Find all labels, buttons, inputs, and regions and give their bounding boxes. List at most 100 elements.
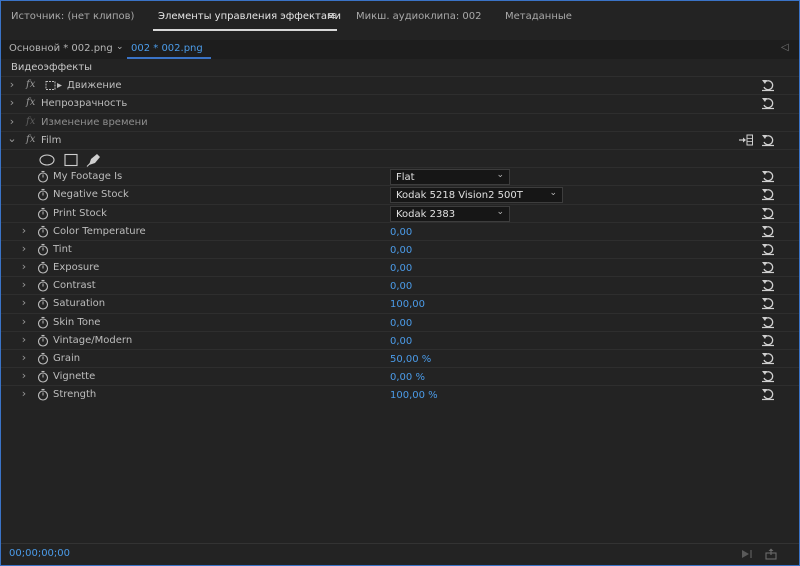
param-row-vintage-modern[interactable]: › Vintage/Modern 0,00: [1, 332, 799, 350]
stopwatch-icon[interactable]: [37, 370, 49, 383]
chevron-right-icon[interactable]: ›: [19, 296, 29, 309]
reset-icon[interactable]: [761, 387, 775, 401]
param-value[interactable]: 0,00: [390, 336, 412, 347]
param-row-saturation[interactable]: › Saturation 100,00: [1, 295, 799, 314]
param-value[interactable]: 0,00: [390, 227, 412, 238]
stopwatch-icon[interactable]: [37, 352, 49, 365]
reset-icon[interactable]: [761, 315, 775, 329]
reset-icon[interactable]: [761, 187, 775, 201]
param-label: Tint: [53, 243, 72, 255]
chevron-right-icon[interactable]: ›: [19, 224, 29, 237]
play-only-icon[interactable]: [741, 548, 753, 560]
param-row-strength[interactable]: › Strength 100,00 %: [1, 386, 799, 404]
reset-icon[interactable]: [761, 351, 775, 365]
reset-icon[interactable]: [761, 296, 775, 310]
stopwatch-icon[interactable]: [37, 334, 49, 347]
chevron-right-icon[interactable]: ›: [7, 96, 17, 109]
master-clip-selector[interactable]: Основной * 002.png: [9, 43, 113, 54]
chevron-right-icon[interactable]: ›: [19, 333, 29, 346]
reset-icon[interactable]: [761, 260, 775, 274]
reset-icon[interactable]: [761, 78, 775, 92]
param-row-contrast[interactable]: › Contrast 0,00: [1, 277, 799, 296]
chevron-down-icon: ⌄: [549, 188, 557, 199]
chevron-down-icon[interactable]: ⌄: [7, 132, 17, 145]
param-value[interactable]: 100,00: [390, 299, 425, 310]
reset-icon[interactable]: [761, 96, 775, 110]
print-stock-dropdown[interactable]: Kodak 2383 ⌄: [390, 205, 510, 222]
reset-icon[interactable]: [761, 278, 775, 292]
param-value[interactable]: 50,00 %: [390, 354, 431, 365]
param-value[interactable]: 0,00: [390, 263, 412, 274]
reset-icon[interactable]: [761, 242, 775, 256]
tab-effect-controls[interactable]: Элементы управления эффектами: [158, 11, 341, 22]
fx-icon[interactable]: fx: [26, 134, 35, 145]
tab-audio-clip-mixer[interactable]: Микш. аудиоклипа: 002: [356, 11, 481, 22]
export-frame-icon[interactable]: [765, 548, 777, 560]
stopwatch-icon[interactable]: [37, 225, 49, 238]
collapse-panel-icon[interactable]: ◁: [781, 42, 789, 53]
effect-options-icon[interactable]: [739, 134, 753, 146]
stopwatch-icon[interactable]: [37, 170, 49, 183]
param-row-print-stock[interactable]: Print Stock Kodak 2383 ⌄: [1, 205, 799, 223]
param-row-negative-stock[interactable]: Negative Stock Kodak 5218 Vision2 500T ⌄: [1, 186, 799, 205]
param-label: My Footage Is: [53, 171, 123, 183]
param-label: Color Temperature: [53, 225, 146, 237]
chevron-right-icon[interactable]: ›: [19, 315, 29, 328]
stopwatch-icon[interactable]: [37, 261, 49, 274]
chevron-down-icon[interactable]: ⌄: [116, 42, 124, 52]
param-value[interactable]: 0,00: [390, 318, 412, 329]
param-row-color-temperature[interactable]: › Color Temperature 0,00: [1, 223, 799, 241]
chevron-right-icon[interactable]: ›: [7, 115, 17, 128]
stopwatch-icon[interactable]: [37, 188, 49, 201]
chevron-right-icon[interactable]: ›: [19, 260, 29, 273]
reset-icon[interactable]: [761, 169, 775, 183]
param-label: Vignette: [53, 371, 96, 383]
my-footage-dropdown[interactable]: Flat ⌄: [390, 169, 510, 186]
pen-mask-icon[interactable]: [86, 153, 100, 167]
param-row-my-footage-is[interactable]: My Footage Is Flat ⌄: [1, 168, 799, 187]
param-row-vignette[interactable]: › Vignette 0,00 %: [1, 368, 799, 387]
param-row-grain[interactable]: › Grain 50,00 %: [1, 350, 799, 369]
param-row-tint[interactable]: › Tint 0,00: [1, 241, 799, 260]
hamburger-menu-icon[interactable]: ≡: [327, 9, 336, 22]
param-value[interactable]: 0,00: [390, 281, 412, 292]
reset-icon[interactable]: [761, 224, 775, 238]
param-row-exposure[interactable]: › Exposure 0,00: [1, 259, 799, 278]
sequence-clip-selector[interactable]: 002 * 002.png: [131, 43, 203, 54]
reset-icon[interactable]: [761, 206, 775, 220]
effect-row-time-remapping[interactable]: › fx Изменение времени: [1, 114, 799, 132]
effect-row-motion[interactable]: › fx Движение: [1, 77, 799, 96]
param-value[interactable]: 0,00: [390, 245, 412, 256]
param-value[interactable]: 100,00 %: [390, 390, 438, 401]
stopwatch-icon[interactable]: [37, 388, 49, 401]
effect-label: Движение: [67, 80, 122, 92]
rectangle-mask-icon[interactable]: [64, 153, 78, 166]
chevron-right-icon[interactable]: ›: [19, 242, 29, 255]
chevron-right-icon[interactable]: ›: [19, 369, 29, 382]
chevron-right-icon[interactable]: ›: [19, 387, 29, 400]
stopwatch-icon[interactable]: [37, 207, 49, 220]
param-row-skin-tone[interactable]: › Skin Tone 0,00: [1, 314, 799, 332]
fx-icon[interactable]: fx: [26, 97, 35, 108]
stopwatch-icon[interactable]: [37, 279, 49, 292]
stopwatch-icon[interactable]: [37, 243, 49, 256]
effect-row-film[interactable]: ⌄ fx Film: [1, 132, 799, 150]
stopwatch-icon[interactable]: [37, 316, 49, 329]
chevron-right-icon[interactable]: ›: [19, 278, 29, 291]
chevron-right-icon[interactable]: ›: [7, 78, 17, 91]
timecode-display[interactable]: 00;00;00;00: [9, 548, 70, 559]
param-value[interactable]: 0,00 %: [390, 372, 425, 383]
tab-metadata[interactable]: Метаданные: [505, 11, 572, 22]
reset-icon[interactable]: [761, 133, 775, 147]
chevron-right-icon[interactable]: ›: [19, 351, 29, 364]
reset-icon[interactable]: [761, 333, 775, 347]
reset-icon[interactable]: [761, 369, 775, 383]
fx-icon[interactable]: fx: [26, 79, 35, 90]
chevron-down-icon: ⌄: [496, 206, 504, 217]
motion-icon[interactable]: [45, 80, 63, 92]
negative-stock-dropdown[interactable]: Kodak 5218 Vision2 500T ⌄: [390, 187, 563, 204]
tab-source[interactable]: Источник: (нет клипов): [11, 11, 134, 22]
ellipse-mask-icon[interactable]: [39, 154, 55, 166]
effect-row-opacity[interactable]: › fx Непрозрачность: [1, 95, 799, 114]
stopwatch-icon[interactable]: [37, 297, 49, 310]
